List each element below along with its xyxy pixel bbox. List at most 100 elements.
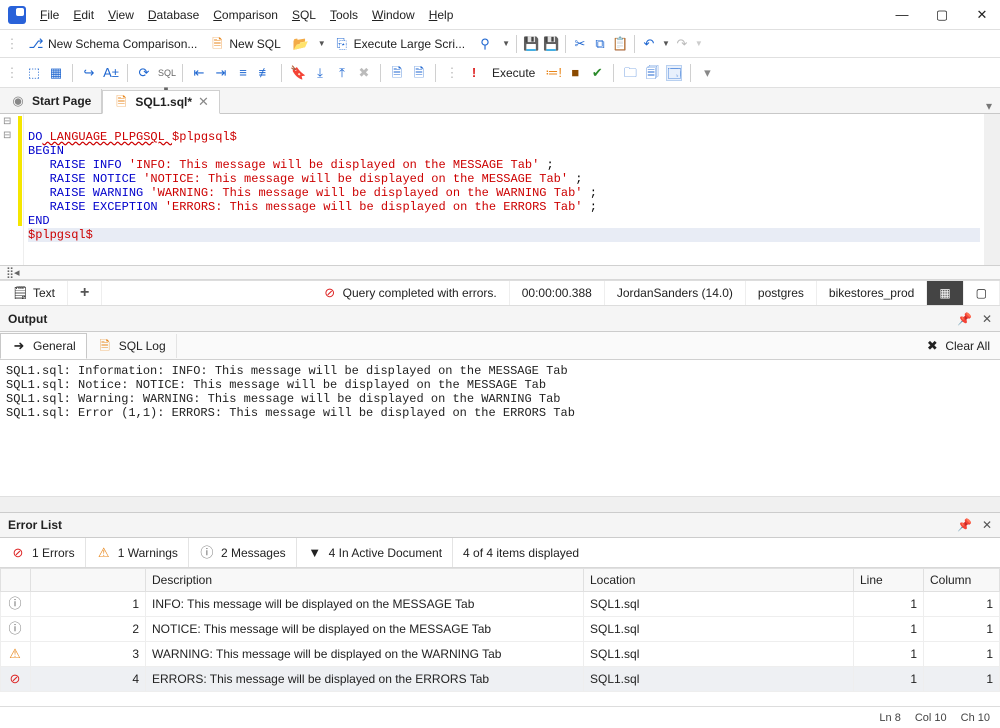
filter-errors-label: 1 Errors — [32, 546, 75, 560]
horizontal-scrollbar[interactable] — [0, 496, 1000, 512]
menu-sql[interactable]: SQL — [286, 5, 322, 25]
indent-icon[interactable]: ⇤ — [191, 65, 207, 81]
tab-sql1[interactable]: 🗎 SQL1.sql* ✕ — [102, 90, 220, 114]
save-all-icon[interactable]: 💾 — [543, 36, 559, 52]
output-tab-general[interactable]: ➜General — [0, 333, 87, 359]
filter-active-doc[interactable]: ▼4 In Active Document — [297, 538, 453, 567]
code-editor[interactable]: ⊟ ⊟ DO LANGUAGE PLPGSQL $plpgsql$ BEGIN … — [0, 114, 1000, 266]
close-panel-icon[interactable]: ✕ — [982, 312, 992, 326]
open-button[interactable]: 📂 — [289, 34, 313, 54]
undo-icon[interactable]: ↶ — [641, 36, 657, 52]
execute-button[interactable]: Execute — [488, 64, 539, 82]
close-panel-icon[interactable]: ✕ — [982, 518, 992, 532]
redo-drop-icon[interactable]: ▼ — [695, 39, 703, 48]
bm-next-icon[interactable]: ⤓ — [312, 65, 328, 81]
doc-icon[interactable]: 🗎 — [389, 65, 405, 81]
cut-icon[interactable]: ✂ — [572, 36, 588, 52]
exec-with-icon[interactable]: ≔! — [545, 65, 561, 81]
font-icon[interactable]: A± — [103, 65, 119, 81]
filter-warnings[interactable]: ⚠1 Warnings — [86, 538, 189, 567]
cell-line: 1 — [854, 617, 924, 642]
minimize-icon[interactable]: — — [892, 7, 912, 23]
tabs-overflow-icon[interactable]: ▾ — [978, 99, 1000, 113]
view-card-icon[interactable]: ▢ — [964, 281, 1000, 305]
error-marker-icon[interactable]: ! — [466, 65, 482, 81]
cell-col: 1 — [924, 592, 1000, 617]
bm-prev-icon[interactable]: ⤒ — [334, 65, 350, 81]
doc-new-icon[interactable]: 🗎 — [411, 65, 427, 81]
output-body[interactable]: SQL1.sql: Information: INFO: This messag… — [0, 360, 1000, 496]
new-sql-button[interactable]: 🗎New SQL — [205, 34, 284, 54]
commit-icon[interactable]: ✔ — [589, 65, 605, 81]
bm-clear-icon[interactable]: ✖ — [356, 65, 372, 81]
splitter[interactable]: ⣿◂ — [0, 266, 1000, 280]
pin-dropdown-icon[interactable]: ▼ — [502, 39, 510, 48]
exec-large-button[interactable]: ⎘Execute Large Scri... — [330, 34, 469, 54]
copy-icon[interactable]: ⧉ — [592, 36, 608, 52]
code-body[interactable]: DO LANGUAGE PLPGSQL $plpgsql$ BEGIN RAIS… — [24, 114, 984, 265]
col-icon[interactable] — [1, 569, 31, 592]
schema-icon: ⎇ — [28, 36, 44, 52]
menu-tools[interactable]: Tools — [324, 5, 364, 25]
tool-icon-2[interactable]: ▦ — [48, 65, 64, 81]
collapse-icon[interactable]: ⊟ — [3, 116, 11, 127]
view-grid-icon[interactable]: ▦ — [927, 281, 963, 305]
output-tab-sqllog[interactable]: 🗎SQL Log — [87, 334, 177, 358]
redo-icon[interactable]: ↷ — [674, 36, 690, 52]
filter-messages[interactable]: ⓘ2 Messages — [189, 538, 297, 567]
close-icon[interactable]: ✕ — [972, 7, 992, 23]
table-row[interactable]: ⊘ 4 ERRORS: This message will be display… — [1, 667, 1000, 692]
table-row[interactable]: ⓘ 2 NOTICE: This message will be display… — [1, 617, 1000, 642]
filter-warnings-label: 1 Warnings — [118, 546, 178, 560]
undo-drop-icon[interactable]: ▼ — [662, 39, 670, 48]
text-mode-button[interactable]: 🗒Text — [0, 281, 68, 305]
new-schema-button[interactable]: ⎇New Schema Comparison... — [24, 34, 201, 54]
pin-icon[interactable]: 📌 — [957, 312, 972, 326]
grip-icon: ⋮ — [4, 65, 20, 81]
menu-help[interactable]: Help — [423, 5, 460, 25]
col-num[interactable] — [31, 569, 146, 592]
table-row[interactable]: ⚠ 3 WARNING: This message will be displa… — [1, 642, 1000, 667]
pin-icon[interactable]: 📌 — [957, 518, 972, 532]
sql-log-icon: 🗎 — [97, 338, 113, 354]
tool-c-icon[interactable]: 🗔 — [666, 65, 682, 81]
menu-edit[interactable]: Edit — [67, 5, 100, 25]
open-dropdown-icon[interactable]: ▼ — [318, 39, 326, 48]
refresh-icon[interactable]: ⟳ — [136, 65, 152, 81]
tab-start-page[interactable]: ◉ Start Page — [0, 89, 102, 113]
outdent-icon[interactable]: ⇥ — [213, 65, 229, 81]
col-desc[interactable]: Description — [146, 569, 584, 592]
bookmark-icon[interactable]: 🔖 — [290, 65, 306, 81]
collapse-icon[interactable]: ⊟ — [3, 130, 11, 141]
tab-close-icon[interactable]: ✕ — [198, 94, 209, 110]
arrow-icon[interactable]: ↪ — [81, 65, 97, 81]
vertical-scrollbar[interactable] — [984, 114, 1000, 265]
menu-file[interactable]: File — [34, 5, 65, 25]
clear-all-button[interactable]: ✖Clear All — [914, 338, 1000, 354]
menu-window[interactable]: Window — [366, 5, 421, 25]
col-col[interactable]: Column — [924, 569, 1000, 592]
paste-icon[interactable]: 📋 — [612, 36, 628, 52]
pin-button[interactable]: ⚲ — [473, 34, 497, 54]
stop-sql-icon[interactable]: SQL⏹ — [158, 65, 174, 81]
comment-icon[interactable]: ≡ — [235, 65, 251, 81]
save-icon[interactable]: 💾 — [523, 36, 539, 52]
tool-a-icon[interactable]: 🗀 — [622, 65, 638, 81]
stop-icon[interactable]: ■ — [567, 65, 583, 81]
uncomment-icon[interactable]: ≢ — [257, 65, 273, 81]
filter-errors[interactable]: ⊘1 Errors — [0, 538, 86, 567]
maximize-icon[interactable]: ▢ — [932, 7, 952, 23]
col-line[interactable]: Line — [854, 569, 924, 592]
table-row[interactable]: ⓘ 1 INFO: This message will be displayed… — [1, 592, 1000, 617]
menu-comparison[interactable]: Comparison — [207, 5, 284, 25]
tool-b-icon[interactable]: 🗐 — [644, 65, 660, 81]
menu-database[interactable]: Database — [142, 5, 205, 25]
tool-icon-1[interactable]: ⬚ — [26, 65, 42, 81]
code-str: 'INFO: This message will be displayed on… — [129, 158, 539, 172]
cell-num: 1 — [31, 592, 146, 617]
add-tab-button[interactable]: + — [68, 281, 102, 305]
col-loc[interactable]: Location — [584, 569, 854, 592]
menu-view[interactable]: View — [102, 5, 140, 25]
overflow-icon[interactable]: ▾ — [699, 65, 715, 81]
new-sql-label: New SQL — [229, 37, 280, 51]
